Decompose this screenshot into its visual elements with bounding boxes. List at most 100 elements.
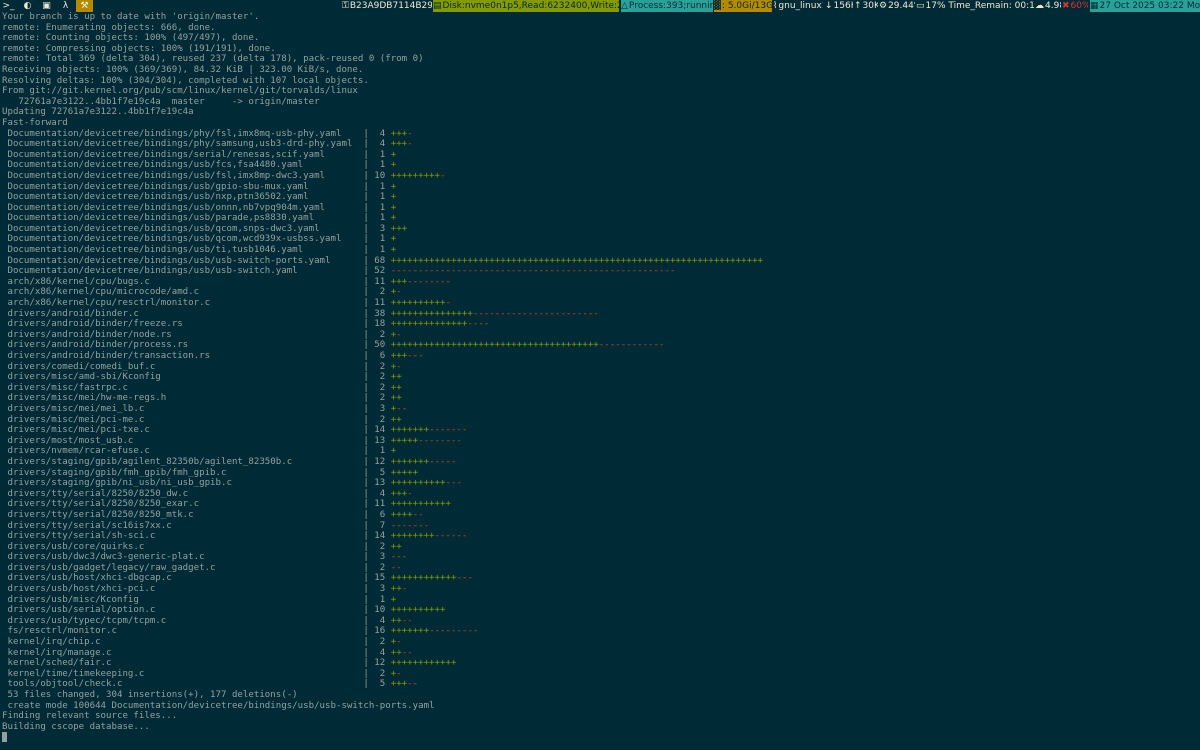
diffstat-insertions: +++ bbox=[390, 139, 408, 150]
diffstat-file: drivers/tty/serial/sc16is7xx.c | bbox=[2, 520, 375, 531]
status-process[interactable]: △Process:393;running:3 bbox=[621, 0, 713, 12]
diffstat-file: Documentation/devicetree/bindings/usb/ti… bbox=[2, 245, 375, 256]
diffstat-deletions: ------- bbox=[429, 425, 468, 436]
diffstat-count: 13 bbox=[374, 478, 391, 489]
diffstat-count: 1 bbox=[374, 149, 391, 160]
diffstat-insertions: + bbox=[390, 149, 397, 160]
process-icon: △ bbox=[621, 1, 628, 11]
diffstat-count: 12 bbox=[374, 456, 391, 467]
status-disk[interactable]: ▤Disk:nvme0n1p5,Read:6232400,Write:20408… bbox=[433, 0, 619, 12]
status-date[interactable]: ▦27 Oct 2025 03:22 Mon bbox=[1090, 0, 1200, 12]
status-cpu[interactable]: ⚙29.44% bbox=[879, 0, 915, 12]
diffstat-row: drivers/tty/serial/8250/8250_dw.c | 4 ++… bbox=[2, 489, 1198, 500]
diffstat-insertions: + bbox=[390, 245, 397, 256]
diffstat-count: 2 bbox=[374, 287, 391, 298]
diffstat-insertions: +++++++ bbox=[390, 626, 430, 637]
diffstat-insertions: + bbox=[390, 446, 397, 457]
diffstat-deletions: ------- bbox=[390, 520, 430, 531]
diffstat-file: drivers/misc/fastrpc.c | bbox=[2, 382, 375, 393]
terminal-line: 53 files changed, 304 insertions(+), 177… bbox=[2, 690, 298, 700]
diffstat-file: kernel/time/timekeeping.c | bbox=[2, 668, 375, 679]
status-download[interactable]: ↓156K bbox=[825, 0, 853, 12]
disk-icon: ▤ bbox=[433, 1, 442, 11]
workspace-1[interactable]: >_ bbox=[0, 0, 17, 12]
workspace-3[interactable]: ▣ bbox=[38, 0, 55, 12]
diffstat-row: drivers/usb/typec/tcpm/tcpm.c | 4 ++-- bbox=[2, 616, 1198, 627]
status-serial[interactable]: ⚿B23A9DB7114B2915 bbox=[342, 0, 432, 12]
diffstat-row: kernel/time/timekeeping.c | 2 +- bbox=[2, 669, 1198, 680]
workspace-4[interactable]: λ bbox=[57, 0, 74, 12]
diffstat-insertions: + bbox=[390, 192, 397, 203]
diffstat-deletions: --- bbox=[407, 351, 424, 361]
diffstat-row: arch/x86/kernel/cpu/microcode/amd.c | 2 … bbox=[2, 287, 1198, 298]
workspace-2[interactable]: ◐ bbox=[19, 0, 36, 12]
diffstat-file: drivers/android/binder.c | bbox=[2, 308, 375, 319]
diffstat-count: 2 bbox=[374, 329, 391, 340]
diffstat-file: fs/resctrl/monitor.c | bbox=[2, 626, 375, 637]
diffstat-file: Documentation/devicetree/bindings/serial… bbox=[2, 149, 375, 160]
diffstat-count: 11 bbox=[374, 276, 391, 287]
memory-icon: ▓ bbox=[714, 1, 721, 11]
diffstat-deletions: - bbox=[396, 637, 402, 648]
status-battery[interactable]: ▭17% Time_Remain: 00:14:46 bbox=[916, 0, 1034, 12]
diffstat-deletions: - bbox=[440, 170, 446, 181]
diffstat-row: drivers/most/most_usb.c | 13 +++++------… bbox=[2, 436, 1198, 447]
diffstat-row: Documentation/devicetree/bindings/phy/fs… bbox=[2, 129, 1198, 140]
diffstat-file: Documentation/devicetree/bindings/usb/us… bbox=[2, 255, 375, 266]
status-memory[interactable]: ▓: 5.0Gi/13Gi bbox=[714, 0, 772, 12]
diffstat-insertions: +++++ bbox=[390, 467, 419, 478]
diffstat-file: drivers/most/most_usb.c | bbox=[2, 435, 375, 446]
diffstat-row: drivers/usb/serial/option.c | 10 +++++++… bbox=[2, 605, 1198, 616]
diffstat-count: 2 bbox=[374, 637, 391, 648]
diffstat-row: drivers/android/binder/freeze.rs | 18 ++… bbox=[2, 319, 1198, 330]
diffstat-deletions: - bbox=[407, 139, 413, 150]
diffstat-row: drivers/misc/mei/pci-txe.c | 14 +++++++-… bbox=[2, 425, 1198, 436]
terminal-window[interactable]: Your branch is up to date with 'origin/m… bbox=[2, 12, 1198, 748]
diffstat-deletions: ----- bbox=[429, 456, 457, 467]
diffstat-insertions: +++++++ bbox=[390, 425, 430, 436]
diffstat-insertions: +++ bbox=[390, 128, 408, 139]
diffstat-row: drivers/usb/gadget/legacy/raw_gadget.c |… bbox=[2, 563, 1198, 574]
diffstat-deletions: - bbox=[396, 287, 402, 298]
status-volume[interactable]: ✖60% bbox=[1062, 0, 1088, 12]
editor-icon: λ bbox=[62, 1, 69, 11]
diffstat-count: 2 bbox=[374, 382, 391, 393]
diffstat-count: 2 bbox=[374, 541, 391, 552]
diffstat-file: drivers/usb/host/xhci-dbgcap.c | bbox=[2, 573, 375, 584]
diffstat-row: Documentation/devicetree/bindings/usb/qc… bbox=[2, 224, 1198, 235]
diffstat-insertions: ++ bbox=[390, 382, 402, 393]
diffstat-count: 38 bbox=[374, 308, 391, 319]
status-network[interactable]: ⌇gnu_linux1 bbox=[773, 0, 823, 12]
diffstat-insertions: ++++++++++++++++++++++++++++++++++++++++… bbox=[390, 255, 764, 266]
load-icon: ☁ bbox=[1035, 1, 1044, 11]
diffstat-file: drivers/android/binder/transaction.rs | bbox=[2, 351, 375, 361]
diffstat-count: 15 bbox=[374, 573, 391, 584]
diffstat-count: 16 bbox=[374, 626, 391, 637]
diffstat-count: 4 bbox=[374, 139, 391, 150]
workspace-5[interactable]: ⚒ bbox=[76, 0, 93, 12]
diffstat-row: drivers/android/binder.c | 38 ++++++++++… bbox=[2, 309, 1198, 320]
diffstat-deletions: -------- bbox=[407, 276, 451, 287]
diffstat-insertions: ++ bbox=[390, 615, 402, 626]
diffstat-row: drivers/staging/gpib/agilent_82350b/agil… bbox=[2, 457, 1198, 468]
diffstat-list: Documentation/devicetree/bindings/phy/fs… bbox=[2, 129, 1198, 690]
diffstat-count: 1 bbox=[374, 160, 391, 171]
diffstat-file: Documentation/devicetree/bindings/usb/qc… bbox=[2, 223, 375, 234]
diffstat-file: drivers/staging/gpib/agilent_82350b/agil… bbox=[2, 456, 375, 467]
diffstat-row: Documentation/devicetree/bindings/usb/fs… bbox=[2, 171, 1198, 182]
status-process-text: Process:393;running:3 bbox=[628, 1, 713, 11]
diffstat-file: kernel/irq/chip.c | bbox=[2, 637, 375, 648]
status-bar: >_ ◐ ▣ λ ⚒ ⚿B23A9DB7114B2915▤Disk:nvme0n1p5,… bbox=[0, 0, 1200, 12]
prompt-line[interactable] bbox=[2, 732, 1198, 743]
calendar-icon: ▦ bbox=[1090, 1, 1099, 11]
diffstat-row: arch/x86/kernel/cpu/bugs.c | 11 +++-----… bbox=[2, 277, 1198, 288]
status-upload[interactable]: ↑30K bbox=[854, 0, 878, 12]
diffstat-count: 3 bbox=[374, 552, 391, 563]
status-load[interactable]: ☁4.98 bbox=[1035, 0, 1061, 12]
diffstat-deletions: -- bbox=[401, 615, 413, 626]
diffstat-insertions: +++ bbox=[390, 223, 408, 234]
browser-icon: ◐ bbox=[23, 1, 32, 11]
tools-icon: ⚒ bbox=[80, 1, 89, 11]
diffstat-count: 1 bbox=[374, 181, 391, 192]
summary-output: 53 files changed, 304 insertions(+), 177… bbox=[2, 690, 1198, 732]
